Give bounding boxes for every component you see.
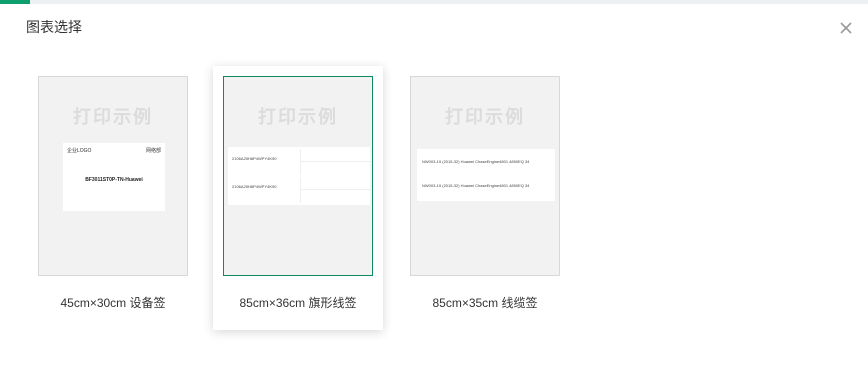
sample-flag-row: 2106A25H8P4WPY4K90	[228, 149, 370, 175]
print-sample-watermark: 打印示例	[73, 107, 153, 127]
divider	[300, 149, 301, 175]
sample-cable-label: NW003-19 (2015-32) Huawei ChaseEngine480…	[417, 149, 555, 201]
sample-flag-code: 2106A25H8P4WPY4K90	[232, 156, 277, 161]
close-icon[interactable]	[836, 18, 856, 38]
template-preview: 打印示例 2106A25H8P4WPY4K90 2106A25H8P4WPY4K…	[223, 76, 373, 276]
sample-cable-text: NW003-19 (2015-32) Huawei ChaseEngine480…	[422, 159, 530, 164]
sample-device-code: BF3011ST0P-TN-Huawei	[85, 177, 143, 183]
template-caption: 85cm×35cm 线缆签	[432, 296, 538, 310]
template-preview: 打印示例 企业LOGO 网络部 BF3011ST0P-TN-Huawei	[38, 76, 188, 276]
sample-device-label: 企业LOGO 网络部 BF3011ST0P-TN-Huawei	[63, 143, 165, 211]
chart-select-dialog: 图表选择 打印示例 企业LOGO 网络部 BF3011ST0P-TN-Huawe…	[0, 4, 868, 372]
template-preview: 打印示例 NW003-19 (2015-32) Huawei ChaseEngi…	[410, 76, 560, 276]
print-sample-watermark: 打印示例	[445, 107, 525, 127]
template-card-device-label[interactable]: 打印示例 企业LOGO 网络部 BF3011ST0P-TN-Huawei 45c…	[28, 66, 198, 330]
template-card-cable-label[interactable]: 打印示例 NW003-19 (2015-32) Huawei ChaseEngi…	[400, 66, 570, 330]
divider	[300, 177, 301, 203]
template-caption: 85cm×36cm 旗形线签	[239, 296, 357, 310]
sample-logo-text: 企业LOGO	[67, 148, 92, 154]
dialog-title: 图表选择	[26, 19, 82, 35]
template-card-flag-label[interactable]: 打印示例 2106A25H8P4WPY4K90 2106A25H8P4WPY4K…	[213, 66, 383, 330]
sample-flag-row: 2106A25H8P4WPY4K90	[228, 177, 370, 203]
sample-network-text: 网络部	[145, 148, 161, 154]
template-caption: 45cm×30cm 设备签	[60, 296, 166, 310]
divider	[300, 161, 370, 162]
sample-flag-label: 2106A25H8P4WPY4K90 2106A25H8P4WPY4K90	[228, 147, 370, 205]
print-sample-watermark: 打印示例	[258, 107, 338, 127]
divider	[300, 189, 370, 190]
sample-cable-text: NW003-19 (2015-32) Huawei ChaseEngine480…	[422, 183, 530, 188]
sample-flag-code: 2106A25H8P4WPY4K90	[232, 184, 277, 189]
